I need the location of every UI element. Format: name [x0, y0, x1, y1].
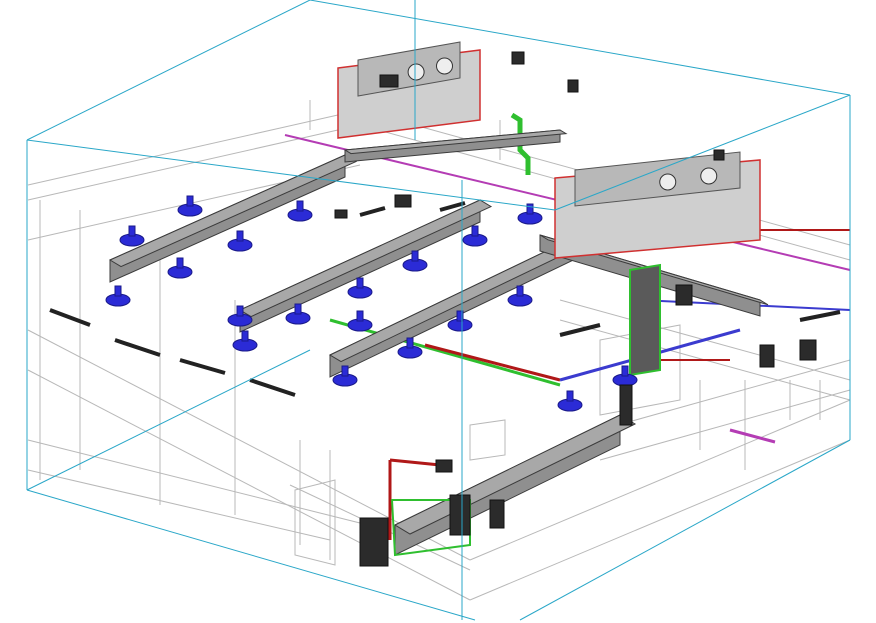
wall-line: [27, 469, 331, 541]
wall-grille: [359, 206, 386, 217]
wall-grille: [114, 338, 161, 357]
diffuser-neck: [241, 330, 249, 342]
diffuser-neck: [526, 203, 534, 215]
wall-grille: [799, 310, 841, 322]
fan-icon: [436, 57, 453, 75]
equipment-box: [511, 51, 525, 65]
diffuser-neck: [114, 285, 122, 297]
window-opening: [469, 419, 506, 461]
diffuser-neck: [406, 337, 414, 349]
lower-duct-top: [393, 414, 637, 535]
vertical-shaft: [629, 263, 661, 377]
equipment-box: [619, 384, 633, 426]
model-viewport[interactable]: [0, 0, 876, 623]
fan-icon: [407, 63, 425, 81]
equipment-box: [449, 494, 471, 536]
wall-line: [599, 389, 851, 461]
fan-icon: [700, 167, 718, 185]
diffuser-neck: [621, 365, 629, 377]
equipment-box: [489, 499, 505, 529]
section-box-edge: [26, 0, 311, 141]
equipment-box: [799, 339, 817, 361]
diffuser-neck: [341, 365, 349, 377]
fan-icon: [659, 173, 677, 191]
equipment-box: [359, 517, 389, 567]
equipment-box: [759, 344, 775, 368]
pipe-magenta-stub: [729, 428, 776, 444]
pipe-red-elbow: [389, 458, 441, 467]
diffuser-neck: [236, 305, 244, 317]
diffuser-neck: [236, 230, 244, 242]
3d-mep-model: [26, 0, 851, 621]
equipment-box: [435, 459, 453, 473]
pipe-red-lower: [424, 343, 561, 382]
equipment-box: [713, 149, 725, 161]
wall-grille: [49, 308, 91, 327]
diffuser-neck: [294, 303, 302, 315]
diffuser-neck: [356, 310, 364, 322]
wall-grille: [559, 323, 601, 337]
wall-grille: [249, 378, 296, 397]
equipment-box: [379, 74, 399, 88]
diffuser-neck: [356, 277, 364, 289]
section-box-edge: [26, 489, 476, 621]
equipment-box: [394, 194, 412, 208]
diffuser-neck: [516, 285, 524, 297]
diffuser-neck: [128, 225, 136, 237]
diffuser-neck: [186, 195, 194, 207]
equipment-box: [567, 79, 579, 93]
equipment-box: [675, 284, 693, 306]
section-box-edge: [26, 349, 311, 491]
diffuser-neck: [566, 390, 574, 402]
diffuser-neck: [411, 250, 419, 262]
diffuser-neck: [471, 225, 479, 237]
diffuser-neck: [296, 200, 304, 212]
wall-grille: [179, 358, 226, 375]
equipment-box: [334, 209, 348, 219]
door-opening: [294, 479, 336, 566]
diffuser-neck: [176, 257, 184, 269]
